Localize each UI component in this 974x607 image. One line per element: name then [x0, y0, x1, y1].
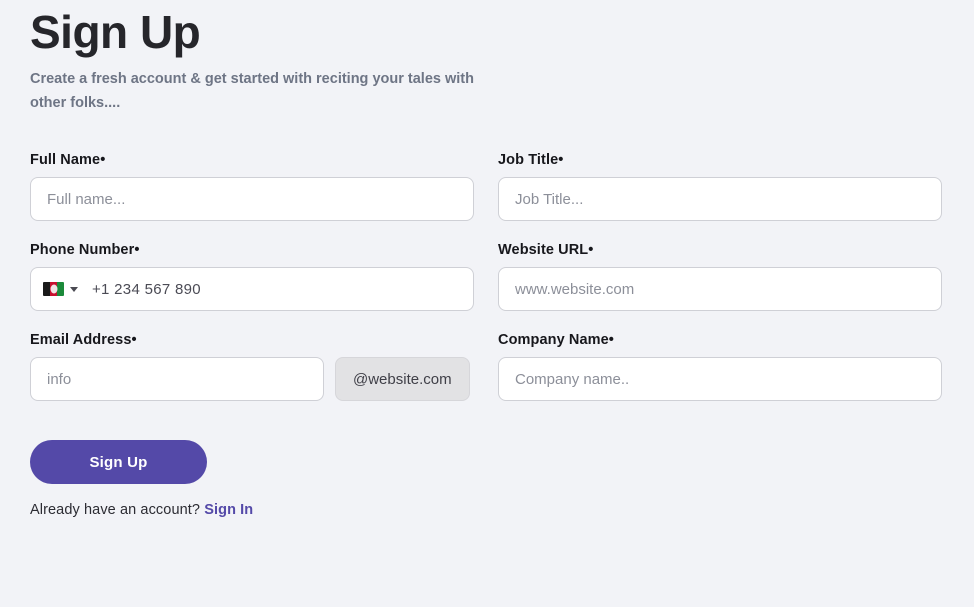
email-address-input[interactable] [30, 357, 324, 402]
page-title: Sign Up [30, 6, 201, 58]
job-title-label-text: Job Title [498, 152, 559, 169]
field-job-title: Job Title• [498, 152, 942, 222]
job-title-input[interactable] [498, 177, 942, 222]
required-marker: • [100, 152, 106, 169]
page-header: Sign Up Create a fresh account & get sta… [30, 0, 944, 116]
form-footer: Sign Up Already have an account? Sign In [30, 440, 944, 518]
field-website-url: Website URL• [498, 242, 942, 312]
company-name-input[interactable] [498, 357, 942, 402]
signup-form: Full Name• Job Title• Phone Number• [30, 152, 944, 422]
full-name-input[interactable] [30, 177, 474, 222]
required-marker: • [608, 332, 614, 349]
signin-prompt: Already have an account? Sign In [30, 502, 944, 518]
company-name-label: Company Name• [498, 332, 942, 348]
chevron-down-icon [70, 286, 78, 292]
email-input-group: @website.com [30, 357, 474, 402]
website-url-label: Website URL• [498, 242, 942, 258]
website-url-input[interactable] [498, 267, 942, 312]
required-marker: • [588, 242, 594, 259]
field-company-name: Company Name• [498, 332, 942, 402]
required-marker: • [558, 152, 564, 169]
required-marker: • [134, 242, 140, 259]
phone-number-input[interactable] [78, 280, 463, 298]
country-code-select[interactable] [43, 282, 78, 297]
email-address-label-text: Email Address [30, 332, 132, 349]
website-url-label-text: Website URL [498, 242, 589, 259]
field-phone-number: Phone Number• [30, 242, 474, 312]
signup-submit-button[interactable]: Sign Up [30, 440, 207, 485]
field-email-address: Email Address• @website.com [30, 332, 474, 402]
signup-page: Sign Up Create a fresh account & get sta… [0, 0, 974, 607]
phone-number-label-text: Phone Number [30, 242, 135, 259]
phone-input-group [30, 267, 474, 312]
full-name-label-text: Full Name [30, 152, 101, 169]
signin-prompt-text: Already have an account? [30, 502, 201, 519]
company-name-label-text: Company Name [498, 332, 609, 349]
afghanistan-flag-icon [43, 282, 64, 297]
required-marker: • [131, 332, 137, 349]
job-title-label: Job Title• [498, 152, 942, 168]
email-address-label: Email Address• [30, 332, 474, 348]
field-full-name: Full Name• [30, 152, 474, 222]
page-subtitle: Create a fresh account & get started wit… [30, 71, 474, 112]
email-domain-addon: @website.com [335, 357, 470, 402]
full-name-label: Full Name• [30, 152, 474, 168]
signin-link[interactable]: Sign In [204, 502, 253, 518]
phone-number-label: Phone Number• [30, 242, 474, 258]
